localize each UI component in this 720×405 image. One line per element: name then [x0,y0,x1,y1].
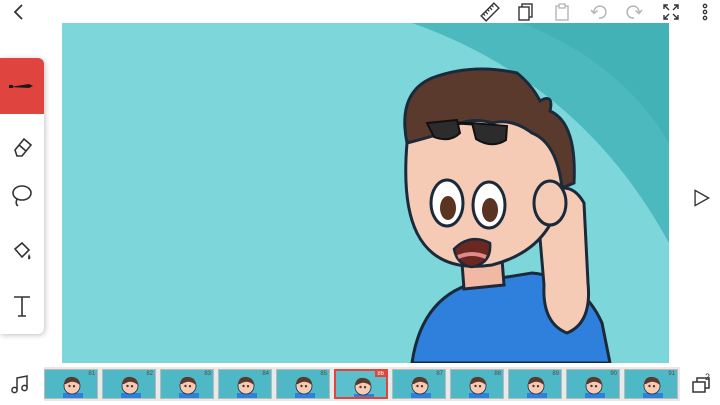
timeline-frame[interactable]: 82 [102,369,156,399]
copy-button[interactable] [513,0,539,24]
text-icon [14,296,30,317]
timeline-frame[interactable]: 91 [624,369,678,399]
timeline-frame[interactable]: 84 [218,369,272,399]
layers-icon [692,377,710,393]
tool-palette [0,58,44,334]
timeline-frame[interactable]: 87 [392,369,446,399]
ruler-icon [480,2,500,22]
music-icon [11,375,28,394]
frame-thumbnail [411,376,431,398]
pen-icon [9,84,33,88]
more-button[interactable] [692,0,718,24]
timeline-frame[interactable]: 88 [450,369,504,399]
frame-thumbnail [469,376,489,398]
canvas-artwork [403,23,669,363]
frame-number: 88 [494,371,501,377]
play-button[interactable] [688,185,714,211]
timeline-frame[interactable]: 83 [160,369,214,399]
ruler-button[interactable] [477,0,503,24]
frame-number: 81 [88,371,95,377]
eraser-icon [14,137,33,157]
layers-count: 2 [705,372,711,382]
frame-thumbnail [237,376,257,398]
frame-number: 83 [204,371,211,377]
text-tool-button[interactable] [0,280,44,332]
paste-icon [555,3,569,21]
pen-tool-button[interactable] [0,58,44,114]
fullscreen-button[interactable] [658,0,684,24]
frame-thumbnail [179,376,199,398]
redo-button[interactable] [621,0,647,24]
frame-thumbnail [585,376,605,398]
music-button[interactable] [8,372,32,396]
frame-number: 90 [610,371,617,377]
timeline-frame[interactable]: 85 [276,369,330,399]
undo-button[interactable] [586,0,612,24]
frame-thumbnail [354,377,374,397]
timeline-frame[interactable]: 89 [508,369,562,399]
timeline-frame[interactable]: 86 [334,369,388,399]
frame-number: 85 [320,371,327,377]
frame-number: 87 [436,371,443,377]
back-icon [13,4,23,20]
back-button[interactable] [6,0,32,24]
frame-thumbnail [295,376,315,398]
fullscreen-icon [663,4,679,20]
paste-button[interactable] [549,0,575,24]
play-icon [694,189,710,207]
lasso-icon [12,185,32,207]
redo-icon [626,5,643,19]
frame-number: 86 [375,371,386,377]
fill-bucket-icon [13,241,31,260]
frame-thumbnail [527,376,547,398]
layers-button[interactable] [690,372,714,396]
fill-tool-button[interactable] [0,226,44,278]
undo-icon [590,5,607,19]
more-icon [702,3,708,21]
eraser-tool-button[interactable] [0,120,44,172]
frame-number: 82 [146,371,153,377]
frame-thumbnail [643,376,663,398]
frame-number: 89 [552,371,559,377]
lasso-tool-button[interactable] [0,170,44,222]
drawing-canvas[interactable] [62,23,669,363]
frame-thumbnail [63,376,83,398]
frame-number: 91 [668,371,675,377]
frame-strip[interactable]: 81 82 83 84 85 86 87 88 89 90 91 [44,367,680,401]
frame-number: 84 [262,371,269,377]
copy-icon [518,3,533,21]
timeline-frame[interactable]: 90 [566,369,620,399]
frame-thumbnail [121,376,141,398]
timeline-frame[interactable]: 81 [44,369,98,399]
